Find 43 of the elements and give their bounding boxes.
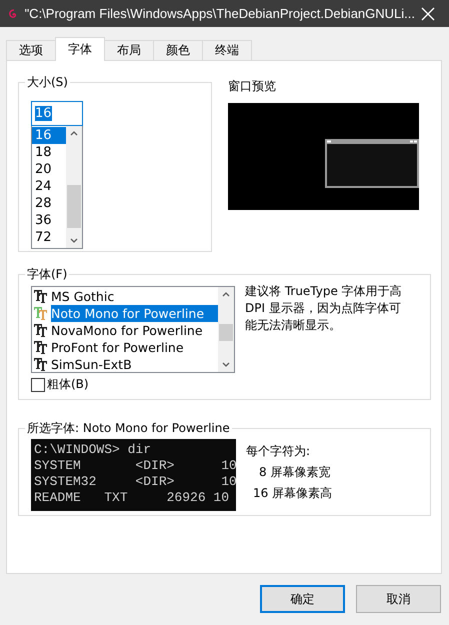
size-option[interactable]: 24 (32, 178, 66, 195)
tab[interactable]: 选项 (6, 40, 56, 60)
tt-font-icon (34, 307, 48, 320)
preview-label: 窗口预览 (228, 78, 277, 95)
size-option[interactable]: 36 (32, 212, 66, 229)
tab[interactable]: 终端 (202, 40, 252, 60)
font-option[interactable]: Noto Mono for Powerline (51, 305, 218, 322)
hint-text: 建议将 TrueType 字体用于高 DPI 显示器，因为点阵字体可能无法清晰显示。 (245, 283, 403, 334)
scroll-thumb[interactable] (219, 324, 233, 341)
scrollbar[interactable] (218, 287, 234, 372)
tt-font-icon (34, 324, 48, 337)
size-field[interactable]: 16 (31, 101, 83, 126)
font-option[interactable]: SimSun-ExtB (51, 356, 218, 373)
close-icon[interactable] (421, 6, 435, 20)
size-option[interactable]: 28 (32, 195, 66, 212)
char-width-text: 8 屏幕像素宽 (258, 464, 332, 481)
tt-font-icon (34, 358, 48, 371)
font-option[interactable]: MS Gothic (51, 288, 218, 305)
info-heading: 每个字符为: (246, 443, 312, 460)
char-height-text: 16 屏幕像素高 (252, 485, 332, 502)
cancel-button[interactable]: 取消 (356, 585, 441, 613)
console-line: SYSTEM <DIR> 10 (34, 458, 236, 474)
group-label: 大小(S) (26, 74, 69, 91)
scroll-thumb[interactable] (67, 185, 81, 228)
console-line: README TXT 26926 10 (34, 490, 230, 506)
checkbox[interactable] (31, 378, 45, 392)
group-label: 所选字体: Noto Mono for Powerline (26, 420, 231, 437)
font-option[interactable]: NovaMono for Powerline (51, 322, 218, 339)
size-option[interactable]: 18 (32, 144, 66, 161)
window-title: "C:\Program Files\WindowsApps\TheDebianProject.DebianGNULi... (24, 6, 415, 21)
ok-button[interactable]: 确定 (260, 585, 345, 613)
tab[interactable]: 字体 (55, 37, 105, 61)
scrollbar[interactable] (66, 126, 82, 248)
size-option[interactable]: 72 (32, 229, 66, 246)
font-option[interactable]: ProFont for Powerline (51, 339, 218, 356)
checkbox-label: 粗体(B) (47, 376, 89, 393)
console-line: C:\WINDOWS> dir (34, 442, 152, 458)
tt-font-icon (34, 290, 48, 303)
console-line: SYSTEM32 <DIR> 10 (34, 474, 236, 490)
size-option[interactable]: 16 (32, 127, 66, 144)
size-option[interactable]: 20 (32, 161, 66, 178)
group-label: 字体(F) (26, 266, 68, 283)
tt-font-icon (34, 341, 48, 354)
